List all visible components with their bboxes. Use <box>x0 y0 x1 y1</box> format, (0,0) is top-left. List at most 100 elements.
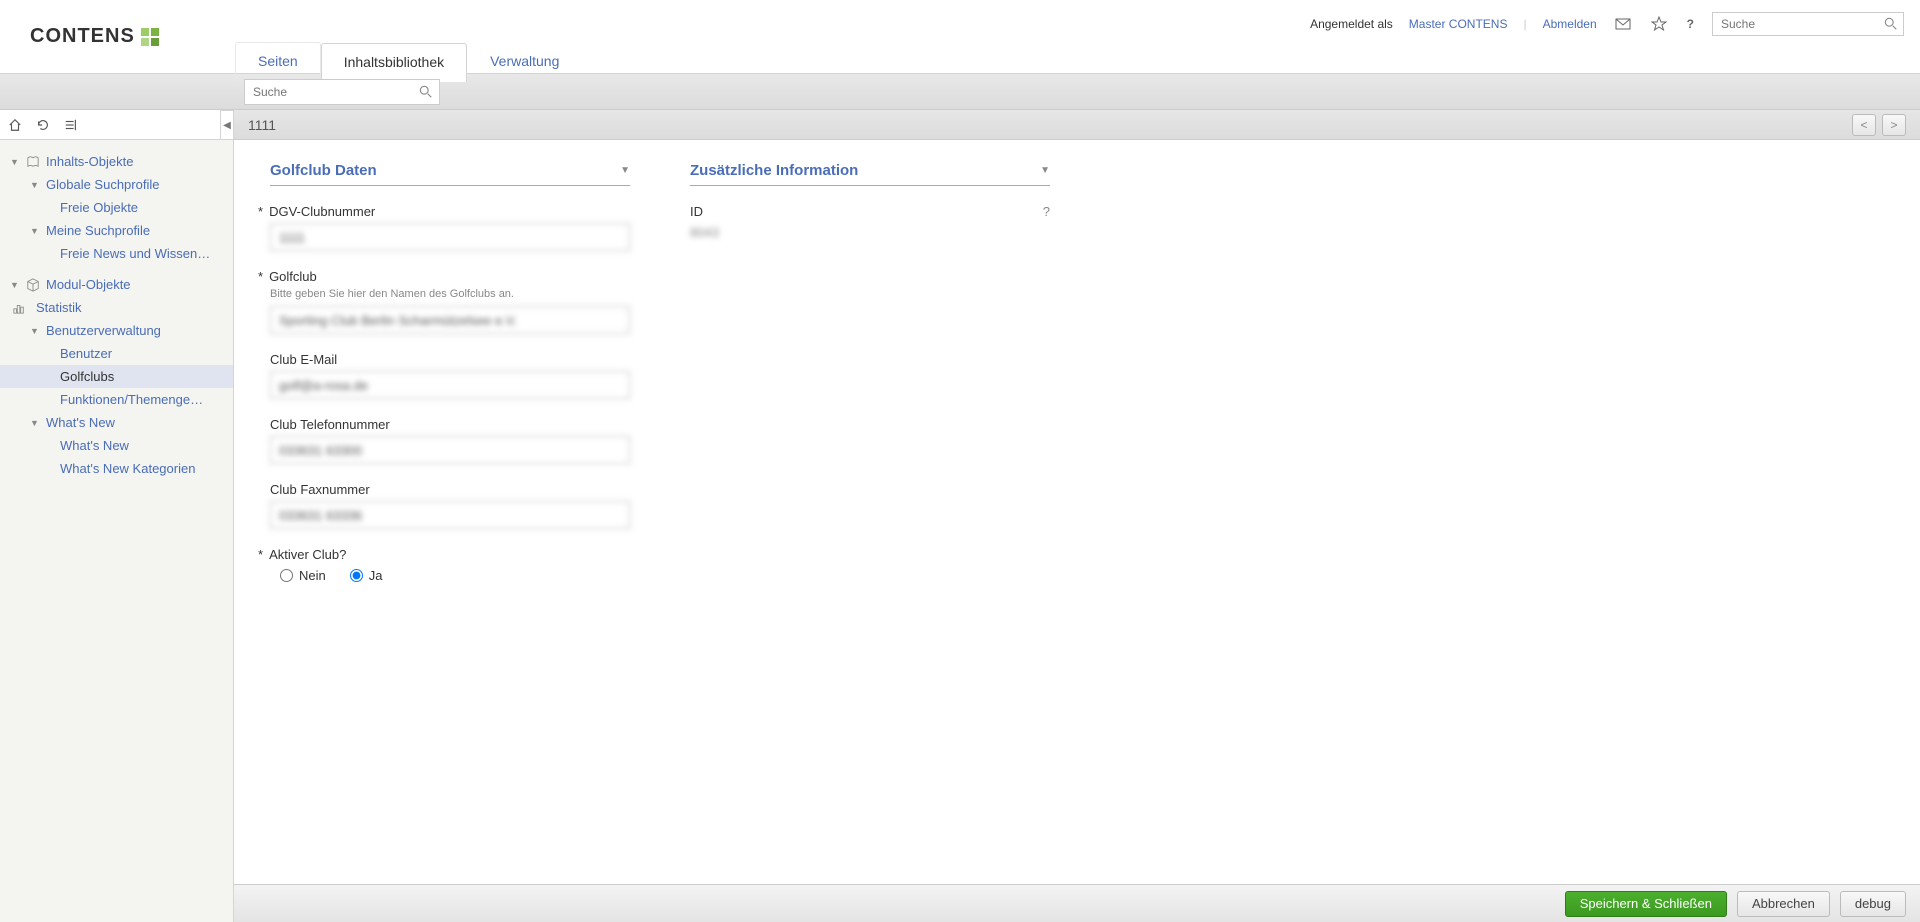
pager: < > <box>1852 114 1906 136</box>
logout-link[interactable]: Abmelden <box>1543 17 1597 31</box>
sidebar-item-whats-new-sub[interactable]: What's New <box>0 434 233 457</box>
sidebar-item-modul-objekte[interactable]: ▼ Modul-Objekte <box>0 273 233 296</box>
content-footer: Speichern & Schließen Abbrechen debug <box>234 884 1920 922</box>
sidebar-item-label: What's New <box>60 438 129 453</box>
sidebar-item-label: Benutzer <box>60 346 112 361</box>
radio-input-nein[interactable] <box>280 569 293 582</box>
header-utility-row: Angemeldet als Master CONTENS | Abmelden… <box>235 0 1920 36</box>
field-dgv-clubnummer: DGV-Clubnummer <box>270 204 630 251</box>
field-club-fax: Club Faxnummer <box>270 482 630 529</box>
field-label: Club E-Mail <box>270 352 630 367</box>
pager-next-button[interactable]: > <box>1882 114 1906 136</box>
logo-label: CONTENS <box>30 25 135 48</box>
sidebar-item-label: Funktionen/Themenge… <box>60 392 203 407</box>
sidebar-item-whats-new-kategorien[interactable]: What's New Kategorien <box>0 457 233 480</box>
sidebar-item-label: Golfclubs <box>60 369 114 384</box>
club-email-input[interactable] <box>270 371 630 399</box>
sidebar-item-freie-news[interactable]: Freie News und Wissen… <box>0 242 233 265</box>
cube-icon <box>26 277 40 292</box>
sidebar-item-freie-objekte[interactable]: Freie Objekte <box>0 196 233 219</box>
field-aktiver-club: Aktiver Club? Nein Ja <box>270 547 630 583</box>
sidebar-item-meine-suchprofile[interactable]: ▼ Meine Suchprofile <box>0 219 233 242</box>
envelope-icon[interactable] <box>1613 17 1633 32</box>
content-area: 1111 < > Golfclub Daten ▼ DGV-Clubnummer <box>234 110 1920 922</box>
sidebar-item-statistik[interactable]: Statistik <box>0 296 233 319</box>
club-fax-input[interactable] <box>270 501 630 529</box>
club-telefon-input[interactable] <box>270 436 630 464</box>
tab-inhaltsbibliothek[interactable]: Inhaltsbibliothek <box>321 43 467 82</box>
sidebar-item-globale-suchprofile[interactable]: ▼ Globale Suchprofile <box>0 173 233 196</box>
main-tabs: Seiten Inhaltsbibliothek Verwaltung <box>235 42 1920 81</box>
info-value-id: 8043 <box>690 225 1050 240</box>
sidebar-item-benutzerverwaltung[interactable]: ▼ Benutzerverwaltung <box>0 319 233 342</box>
field-label: Golfclub <box>270 269 630 284</box>
dgv-clubnummer-input[interactable] <box>270 223 630 251</box>
field-label: Club Telefonnummer <box>270 417 630 432</box>
sidebar-item-label: Meine Suchprofile <box>46 223 150 238</box>
sidebar-item-golfclubs[interactable]: Golfclubs <box>0 365 233 388</box>
sidebar-item-label: Globale Suchprofile <box>46 177 159 192</box>
debug-button[interactable]: debug <box>1840 891 1906 917</box>
home-icon[interactable] <box>8 117 22 133</box>
chevron-down-icon: ▼ <box>10 280 20 290</box>
star-icon[interactable] <box>1649 16 1669 32</box>
breadcrumb: 1111 <box>248 117 276 133</box>
book-icon <box>26 155 40 169</box>
field-club-telefon: Club Telefonnummer <box>270 417 630 464</box>
section-title-label: Golfclub Daten <box>270 162 377 179</box>
form-column-golfclub-daten: Golfclub Daten ▼ DGV-Clubnummer Golfclub… <box>270 162 630 868</box>
sidebar-item-label: Freie Objekte <box>60 200 138 215</box>
sidebar-item-label: Benutzerverwaltung <box>46 323 161 338</box>
info-label: ID <box>690 204 703 219</box>
form-area: Golfclub Daten ▼ DGV-Clubnummer Golfclub… <box>234 140 1920 884</box>
separator: | <box>1523 17 1526 31</box>
user-link[interactable]: Master CONTENS <box>1409 17 1508 31</box>
subheader-search-input[interactable] <box>244 79 440 105</box>
sidebar-item-inhalts-objekte[interactable]: ▼ Inhalts-Objekte <box>0 150 233 173</box>
field-label: Club Faxnummer <box>270 482 630 497</box>
pager-prev-button[interactable]: < <box>1852 114 1876 136</box>
radio-aktiver-club-nein[interactable]: Nein <box>280 568 326 583</box>
golfclub-input[interactable] <box>270 306 630 334</box>
sidebar-item-label: Modul-Objekte <box>46 277 131 292</box>
radio-aktiver-club-ja[interactable]: Ja <box>350 568 383 583</box>
settings-list-icon[interactable] <box>64 117 78 133</box>
cancel-button[interactable]: Abbrechen <box>1737 891 1830 917</box>
sidebar-item-label: Statistik <box>36 300 82 315</box>
field-help-text: Bitte geben Sie hier den Namen des Golfc… <box>270 288 630 300</box>
tab-verwaltung[interactable]: Verwaltung <box>467 42 582 81</box>
sidebar-toolbar <box>0 110 233 140</box>
sidebar-item-label: Freie News und Wissen… <box>60 246 210 261</box>
help-icon[interactable]: ? <box>1043 204 1050 219</box>
search-icon[interactable] <box>419 84 433 100</box>
section-title-label: Zusätzliche Information <box>690 162 858 179</box>
content-header: 1111 < > <box>234 110 1920 140</box>
sidebar-item-funktionen[interactable]: Funktionen/Themenge… <box>0 388 233 411</box>
search-icon[interactable] <box>1884 16 1898 31</box>
chevron-down-icon: ▼ <box>620 165 630 176</box>
section-title-zusaetzliche-info[interactable]: Zusätzliche Information ▼ <box>690 162 1050 186</box>
sidebar-collapse-handle[interactable]: ◀ <box>220 110 234 140</box>
chevron-down-icon: ▼ <box>30 326 40 336</box>
save-close-button[interactable]: Speichern & Schließen <box>1565 891 1727 917</box>
sidebar-item-label: What's New Kategorien <box>60 461 195 476</box>
radio-label: Nein <box>299 568 326 583</box>
logged-in-label: Angemeldet als <box>1310 17 1393 31</box>
main-layout: ◀ ▼ Inhalts-Objekte ▼ Globale Suchprofil… <box>0 110 1920 922</box>
chevron-down-icon: ▼ <box>30 418 40 428</box>
subheader-search-wrap <box>244 79 440 105</box>
header-search-input[interactable] <box>1712 12 1904 36</box>
chevron-down-icon: ▼ <box>30 180 40 190</box>
section-title-golfclub-daten[interactable]: Golfclub Daten ▼ <box>270 162 630 186</box>
chevron-down-icon: ▼ <box>10 157 20 167</box>
radio-label: Ja <box>369 568 383 583</box>
info-row-id: ID ? <box>690 204 1050 219</box>
sidebar-item-label: Inhalts-Objekte <box>46 154 133 169</box>
radio-input-ja[interactable] <box>350 569 363 582</box>
sidebar-item-benutzer[interactable]: Benutzer <box>0 342 233 365</box>
sidebar-item-whats-new[interactable]: ▼ What's New <box>0 411 233 434</box>
tab-seiten[interactable]: Seiten <box>235 42 321 81</box>
refresh-icon[interactable] <box>36 117 50 133</box>
logo-squares-icon <box>141 28 159 46</box>
help-icon[interactable]: ? <box>1685 17 1696 31</box>
